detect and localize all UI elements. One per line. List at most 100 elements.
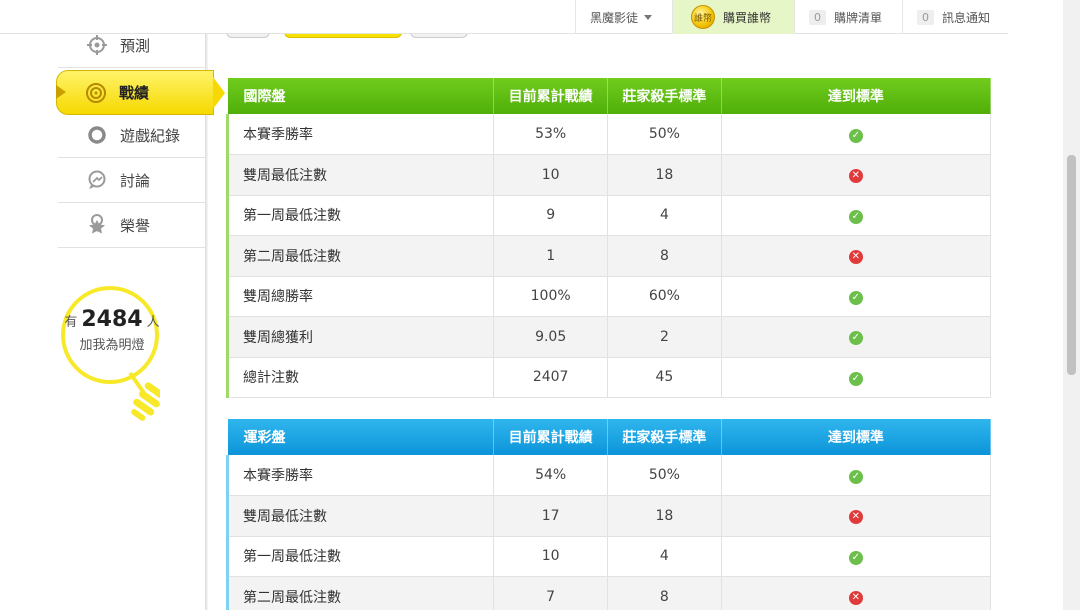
table-row: 雙周總獲利 9.05 2 ✓ [225, 316, 992, 358]
row-current: 17 [493, 495, 609, 537]
row-standard: 8 [607, 235, 722, 277]
target-icon [86, 34, 108, 56]
sidebar-item-discussion[interactable]: 討論 [58, 158, 206, 203]
row-current: 53% [493, 114, 609, 155]
coin-icon: 誰幣 [691, 5, 715, 29]
row-current: 9 [493, 195, 609, 236]
row-current: 9.05 [493, 316, 609, 358]
follow-caption: 加我為明燈 [79, 338, 145, 353]
row-standard: 8 [607, 576, 722, 610]
check-icon: ✓ [848, 290, 863, 305]
table-row: 雙周總勝率 100% 60% ✓ [225, 276, 992, 317]
row-met: ✓ [721, 276, 992, 317]
row-current: 54% [493, 455, 609, 496]
row-label: 第一周最低注數 [225, 195, 495, 236]
row-standard: 2 [607, 316, 722, 358]
row-current: 10 [493, 154, 609, 196]
row-met: ✓ [721, 195, 992, 236]
row-label: 雙周最低注數 [225, 495, 495, 537]
sidebar-item-honor[interactable]: 榮譽 [58, 203, 206, 248]
row-label: 雙周總勝率 [225, 276, 495, 317]
cross-icon: ✕ [848, 169, 863, 184]
row-met: ✕ [721, 495, 992, 537]
row-current: 7 [493, 576, 609, 610]
follower-prefix: 有 [64, 315, 78, 330]
check-icon: ✓ [848, 469, 863, 484]
table-row: 總計注數 2407 45 ✓ [225, 357, 992, 398]
col-standard: 莊家殺手標準 [607, 78, 722, 114]
row-standard: 50% [607, 455, 722, 496]
sidebar-item-game-log[interactable]: 遊戲紀錄 [58, 113, 206, 158]
row-current: 2407 [493, 357, 609, 398]
row-standard: 18 [607, 154, 722, 196]
user-name: 黑魔影徒 [590, 10, 639, 25]
scrollbar-thumb[interactable] [1067, 155, 1076, 375]
table-row: 第二周最低注數 7 8 ✕ [225, 576, 992, 610]
row-met: ✓ [721, 114, 992, 155]
row-standard: 18 [607, 495, 722, 537]
row-label: 第一周最低注數 [225, 536, 495, 577]
row-label: 第二周最低注數 [225, 235, 495, 277]
award-icon [86, 214, 108, 236]
cross-icon: ✕ [848, 510, 863, 525]
table-row: 本賽季勝率 54% 50% ✓ [225, 455, 992, 496]
cart-count-badge: 0 [809, 9, 826, 25]
row-current: 10 [493, 536, 609, 577]
cross-icon: ✕ [848, 591, 863, 606]
ring-icon [86, 124, 108, 146]
check-icon: ✓ [848, 371, 863, 386]
follower-widget[interactable]: 有 2484 人 加我為明燈 [60, 307, 164, 353]
follower-count: 2484 [81, 307, 143, 332]
row-standard: 50% [607, 114, 722, 155]
table-row: 雙周最低注數 10 18 ✕ [225, 154, 992, 196]
table-row: 第二周最低注數 1 8 ✕ [225, 235, 992, 277]
row-standard: 45 [607, 357, 722, 398]
scrollbar[interactable] [1063, 0, 1080, 610]
notifications-link[interactable]: 0 訊息通知 [902, 0, 1008, 34]
buy-coins-label: 購買誰幣 [723, 10, 772, 25]
row-met: ✓ [721, 316, 992, 358]
international-stats-table: 國際盤 目前累計戰績 莊家殺手標準 達到標準 本賽季勝率 53% 50% ✓ 雙周最低注… [225, 78, 992, 398]
buy-coins-button[interactable]: 誰幣 購買誰幣 [672, 0, 794, 34]
row-standard: 4 [607, 195, 722, 236]
top-bar: 黑魔影徒 誰幣 購買誰幣 0 購牌清單 0 訊息通知 [0, 0, 1008, 34]
row-met: ✓ [721, 357, 992, 398]
row-label: 第二周最低注數 [225, 576, 495, 610]
sidebar-item-label: 預測 [120, 36, 151, 55]
table-title: 運彩盤 [227, 419, 495, 455]
cross-icon: ✕ [848, 250, 863, 265]
row-met: ✕ [721, 576, 992, 610]
row-standard: 4 [607, 536, 722, 577]
row-met: ✓ [721, 536, 992, 577]
user-menu[interactable]: 黑魔影徒 [575, 0, 672, 34]
check-icon: ✓ [848, 209, 863, 224]
check-icon: ✓ [848, 128, 863, 143]
lightbulb-icon [61, 286, 160, 421]
notice-label: 訊息通知 [942, 10, 991, 25]
cart-link[interactable]: 0 購牌清單 [794, 0, 902, 34]
row-label: 雙周最低注數 [225, 154, 495, 196]
row-met: ✓ [721, 455, 992, 496]
sidebar-item-record[interactable]: 戰績 [56, 70, 225, 115]
row-standard: 60% [607, 276, 722, 317]
sidebar-item-label: 戰績 [119, 84, 150, 102]
col-current: 目前累計戰績 [493, 419, 609, 455]
row-label: 雙周總獲利 [225, 316, 495, 358]
col-met: 達到標準 [721, 78, 992, 114]
col-current: 目前累計戰績 [493, 78, 609, 114]
sidebar-item-label: 榮譽 [120, 216, 151, 235]
check-icon: ✓ [848, 331, 863, 346]
table-row: 雙周最低注數 17 18 ✕ [225, 495, 992, 537]
chat-icon [86, 169, 108, 191]
row-met: ✕ [721, 235, 992, 277]
medal-icon [85, 82, 107, 104]
table-row: 第一周最低注數 10 4 ✓ [225, 536, 992, 577]
row-current: 100% [493, 276, 609, 317]
col-met: 達到標準 [721, 419, 992, 455]
table-title: 國際盤 [227, 78, 495, 114]
table-row: 本賽季勝率 53% 50% ✓ [225, 114, 992, 155]
check-icon: ✓ [848, 550, 863, 565]
table-row: 第一周最低注數 9 4 ✓ [225, 195, 992, 236]
sidebar-item-label: 遊戲紀錄 [120, 126, 181, 145]
row-met: ✕ [721, 154, 992, 196]
